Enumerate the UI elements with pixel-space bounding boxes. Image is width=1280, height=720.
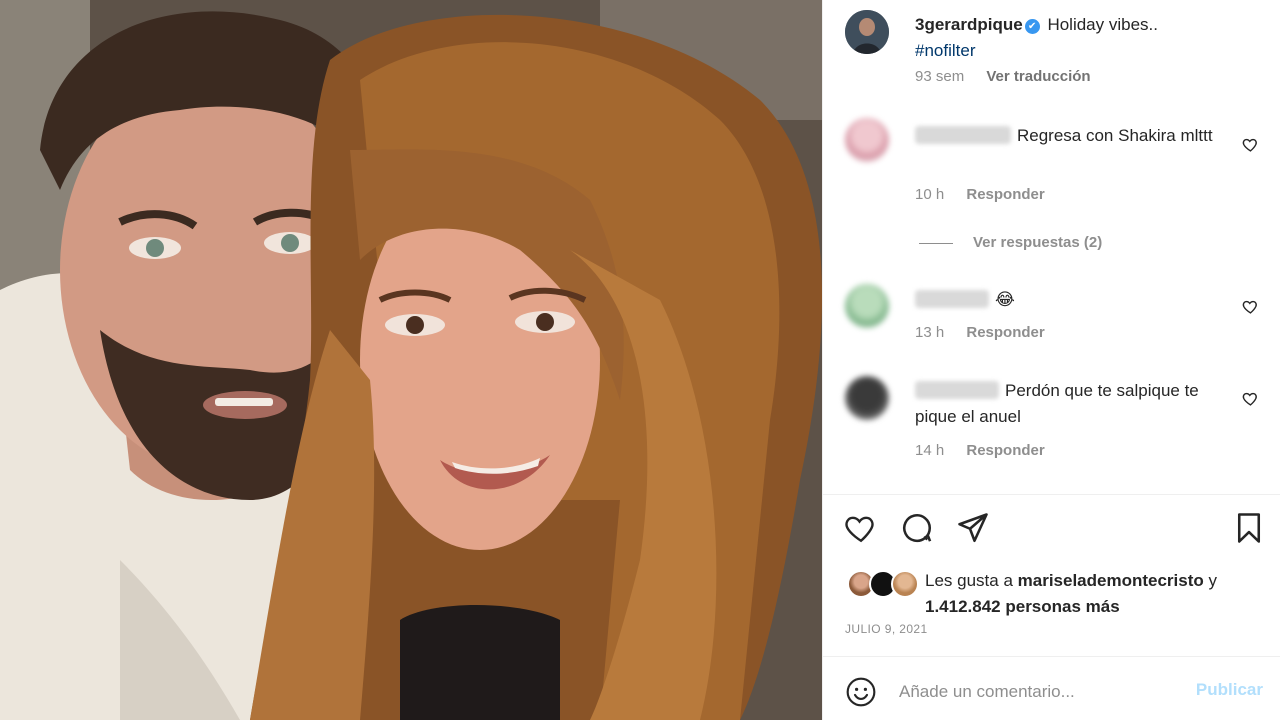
photo-illustration [0,0,822,720]
comment-text: 😂 [995,290,1015,309]
add-comment-bar: Publicar [823,660,1280,720]
comment-body: Regresa con Shakira mlttt [915,123,1235,149]
author-username[interactable]: 3gerardpique [915,15,1023,34]
bookmark-icon[interactable] [1231,510,1267,546]
likes-count[interactable]: 1.412.842 personas más [925,597,1120,616]
caption-body: Holiday vibes.. [1047,15,1158,34]
comment-time: 13 h [915,324,945,341]
heart-outline-icon[interactable] [1242,136,1259,156]
comment-meta: 13 h Responder [915,324,1063,341]
heart-outline-icon[interactable] [1242,390,1259,410]
comment-input[interactable] [899,674,1179,710]
heart-icon[interactable] [843,510,879,546]
comment-meta: 10 h Responder [915,186,1063,203]
comment-meta: 14 h Responder [915,442,1063,459]
comment-item: Regresa con Shakira mlttt 10 h Responder [845,118,1265,218]
divider [823,494,1280,495]
commenter-avatar[interactable] [845,284,889,328]
comment-body: Perdón que te salpique te pique el anuel [915,378,1235,430]
commenter-username-blurred[interactable] [915,290,989,308]
publish-button[interactable]: Publicar [1196,680,1263,700]
caption-meta: 93 sem Ver traducción [915,68,1109,85]
post-age: 93 sem [915,68,965,85]
hashtag-link[interactable]: #nofilter [915,38,1265,64]
commenter-avatar[interactable] [845,118,889,162]
comment-time: 10 h [915,186,945,203]
translate-button[interactable]: Ver traducción [986,68,1090,85]
comment-time: 14 h [915,442,945,459]
send-icon[interactable] [955,510,991,546]
action-bar [843,510,1263,550]
liker-username[interactable]: mariselademontecristo [1018,571,1204,590]
post-panel: 3gerardpique ✔ Holiday vibes.. #nofilter … [822,0,1280,720]
post-photo[interactable] [0,0,822,720]
commenter-username-blurred[interactable] [915,381,999,399]
reply-button[interactable]: Responder [966,324,1044,341]
caption-text: 3gerardpique ✔ Holiday vibes.. #nofilter [915,12,1265,64]
liker-avatar[interactable] [891,570,919,598]
comment-item: Perdón que te salpique te pique el anuel… [845,376,1265,476]
comment-text: Regresa con Shakira mlttt [1017,126,1213,145]
author-avatar[interactable] [845,10,889,54]
likes-connector: y [1208,571,1218,590]
reply-button[interactable]: Responder [966,442,1044,459]
reply-button[interactable]: Responder [966,186,1044,203]
comment-item: 😂 13 h Responder [845,284,1265,354]
divider [823,656,1280,657]
commenter-username-blurred[interactable] [915,126,1011,144]
avatar-image [845,10,889,54]
verified-badge-icon: ✔ [1024,19,1040,34]
replies-line [919,242,953,244]
likes-prefix: Les gusta a [925,571,1013,590]
comment-icon[interactable] [899,510,935,546]
view-replies-label: Ver respuestas (2) [973,234,1103,251]
heart-outline-icon[interactable] [1242,298,1259,318]
post-caption: 3gerardpique ✔ Holiday vibes.. #nofilter … [845,10,1265,100]
view-replies-button[interactable]: Ver respuestas (2) [919,234,1102,251]
likes-text: Les gusta a mariselademontecristo y 1.41… [925,568,1275,620]
comment-body: 😂 [915,287,1235,313]
emoji-icon[interactable] [845,676,877,708]
post-date[interactable]: JULIO 9, 2021 [845,622,928,636]
commenter-avatar[interactable] [845,376,889,420]
